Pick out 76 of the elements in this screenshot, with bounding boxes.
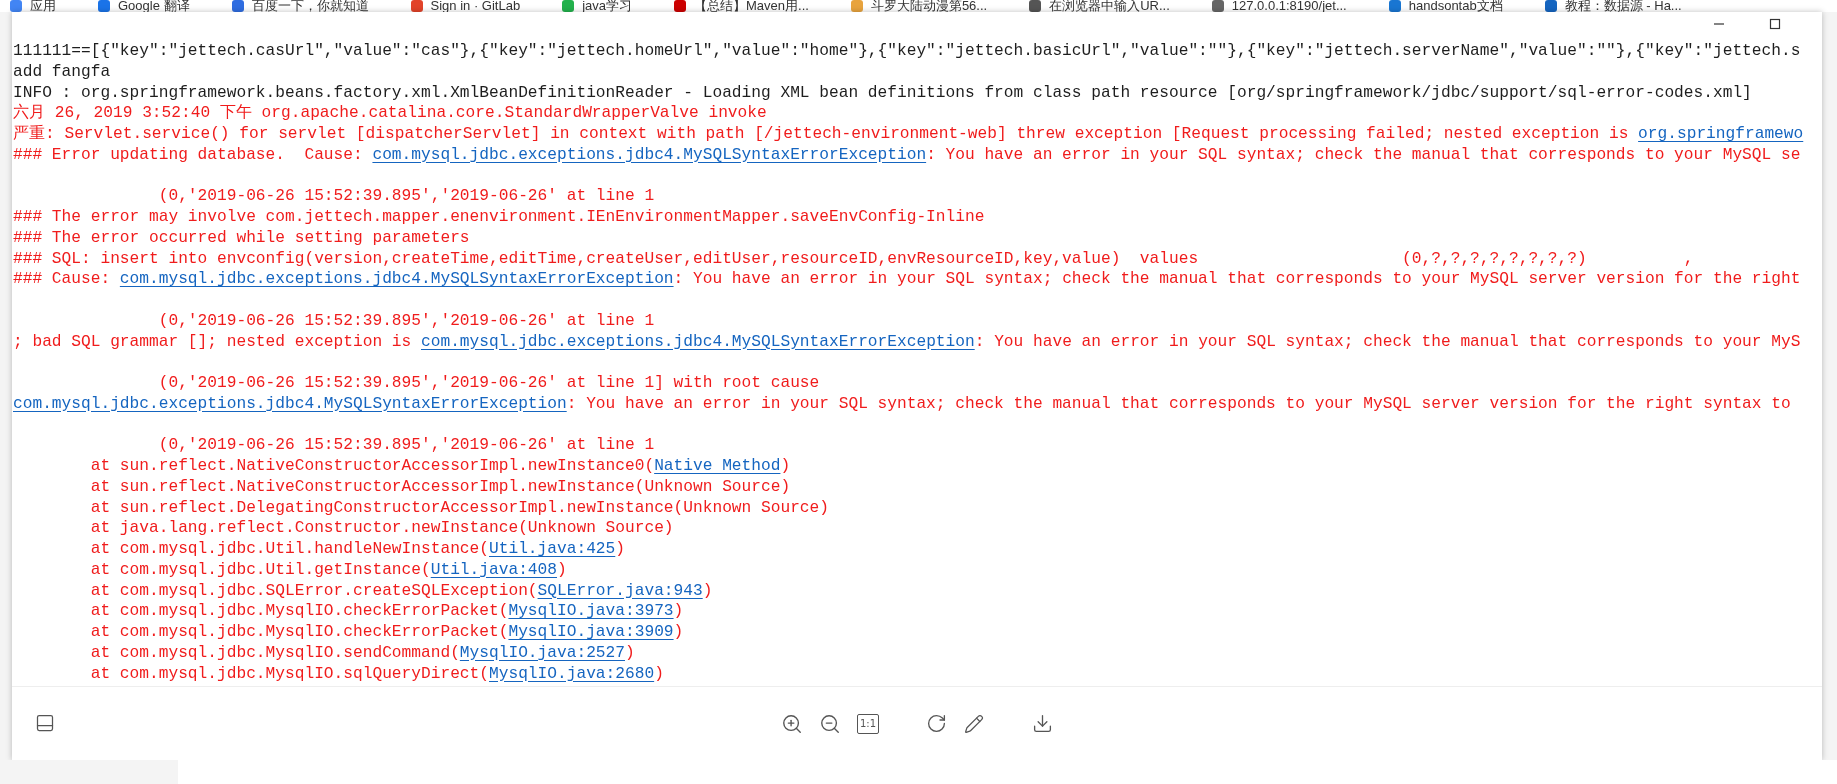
log-text: at com.mysql.jdbc.Util.getInstance(	[89, 560, 431, 579]
log-text: ### The error may involve com.jettech.mapper.enenvironment.IEnEnvironmentMapper.saveEnvConfig-Inline	[13, 208, 985, 226]
log-link[interactable]: MysqlIO.java:2527	[459, 643, 625, 662]
bookmark[interactable]: Google 翻译	[98, 0, 190, 12]
favicon-icon	[410, 0, 423, 12]
log-text: (0,'2019-06-26 15:52:39.895','2019-06-26' at line 1	[157, 311, 655, 330]
favicon-icon	[674, 0, 686, 12]
log-text: )	[673, 602, 684, 621]
favicon-icon	[231, 0, 244, 12]
log-text: )	[702, 581, 713, 600]
log-text: ### Error updating database. Cause:	[13, 145, 364, 164]
log-text: (0,'2019-06-26 15:52:39.895','2019-06-26' at line 1	[157, 436, 655, 455]
log-text: )	[654, 664, 664, 683]
pencil-icon	[964, 713, 984, 734]
log-text: at sun.reflect.DelegatingConstructorAccessorImpl.newInstance(Unknown Source)	[89, 498, 829, 517]
log-link[interactable]: Util.java:408	[430, 560, 557, 579]
log-text: at com.mysql.jdbc.MysqlIO.checkErrorPacket(	[89, 602, 509, 621]
bookmark[interactable]: Sign in · GitLab	[410, 0, 521, 12]
log-link[interactable]: com.mysql.jdbc.exceptions.jdbc4.MySQLSyntaxErrorException	[13, 394, 567, 413]
log-text: )	[673, 623, 684, 641]
log-link[interactable]: SQLError.java:943	[537, 581, 703, 600]
log-text: ; bad SQL grammar []; nested exception is	[13, 332, 413, 351]
bookmark-label: java学习	[582, 0, 632, 12]
log-link[interactable]: Util.java:425	[489, 540, 616, 558]
log-link[interactable]: MysqlIO.java:2680	[489, 664, 655, 683]
log-text: 六月 26, 2019 3:52:40 下午 org.apache.catalina.core.StandardWrapperValve invoke	[13, 104, 767, 123]
log-text: 111111==[{"key":"jettech.casUrl","value":"cas"},{"key":"jettech.homeUrl","value":"home"},{"key":"jettech.basicUrl","value":""},{"key":"jettech.serverName","value":""},{"key":"jettech.s	[13, 42, 1801, 60]
log-text: at com.mysql.jdbc.MysqlIO.checkErrorPacket(	[89, 623, 509, 641]
log-text: at com.mysql.jdbc.SQLError.createSQLException(	[89, 581, 538, 600]
favicon-icon	[10, 0, 22, 12]
log-text: at sun.reflect.NativeConstructorAccessorImpl.newInstance(Unknown Source)	[89, 477, 791, 496]
bookmark[interactable]: java学习	[562, 0, 632, 12]
log-link[interactable]: MysqlIO.java:3909	[508, 623, 674, 641]
favicon-icon	[98, 0, 110, 12]
log-link[interactable]: com.mysql.jdbc.exceptions.jdbc4.MySQLSyntaxErrorException	[372, 145, 927, 164]
log-link[interactable]: com.mysql.jdbc.exceptions.jdbc4.MySQLSyntaxErrorException	[421, 332, 975, 351]
download-icon	[1031, 713, 1053, 734]
thumbnails-icon	[35, 713, 55, 733]
log-text: (0,'2019-06-26 15:52:39.895','2019-06-26' at line 1	[157, 187, 655, 206]
log-text: add fangfa	[13, 62, 111, 81]
log-text: INFO : org.springframework.beans.factory.xml.XmlBeanDefinitionReader - Loading XML bean definitions from class path resource [org/springframework/jdbc/support/sql-error-codes.xml]	[13, 83, 1752, 102]
log-text: )	[615, 540, 625, 558]
log-text: at com.mysql.jdbc.Util.handleNewInstance(	[89, 540, 489, 558]
log-text: )	[625, 643, 635, 662]
log-link[interactable]: com.mysql.jdbc.exceptions.jdbc4.MySQLSyntaxErrorException	[119, 270, 674, 289]
zoom-out-icon	[819, 712, 841, 735]
log-text: ### SQL: insert into envconfig(version,createTime,editTime,createUser,editUser,resourceID,envResourceID,key,value) values (0,?,?,?,?,?,?,?,?) ,	[13, 249, 1694, 268]
log-text: at com.mysql.jdbc.MysqlIO.sendCommand(	[89, 643, 460, 662]
log-text: ### The error occurred while setting parameters	[13, 228, 470, 247]
favicon-icon	[1211, 0, 1224, 12]
log-text: : You have an error in your SQL syntax; check the manual that corresponds to your MyS	[974, 332, 1801, 351]
bookmark-label: Google 翻译	[118, 0, 190, 12]
rotate-icon	[925, 713, 947, 734]
log-link[interactable]: MysqlIO.java:3973	[508, 602, 674, 621]
log-text: )	[557, 560, 567, 579]
log-text: 严重: Servlet.service() for servlet [dispatcherServlet] in context with path [/jettech-environment-web] threw exception [Request processing failed; nested exception is	[13, 125, 1630, 143]
log-link[interactable]: Native Method	[654, 457, 781, 475]
actual-size-button[interactable]: 1:1	[857, 713, 879, 734]
favicon-icon	[1544, 0, 1557, 12]
log-text: (0,'2019-06-26 15:52:39.895','2019-06-26' at line 1] with root cause	[157, 374, 820, 392]
bookmark-label: Sign in · GitLab	[430, 0, 521, 12]
log-text: at java.lang.reflect.Constructor.newInstance(Unknown Source)	[89, 519, 674, 538]
log-text: : You have an error in your SQL syntax; check the manual that corresponds to your MySQL server version for the right syntax to	[566, 394, 1791, 413]
log-text: ### Cause:	[13, 270, 112, 289]
favicon-icon	[1388, 0, 1401, 12]
maximize-icon	[1769, 18, 1781, 30]
log-text: at com.mysql.jdbc.MysqlIO.sqlQueryDirect(	[89, 664, 489, 683]
favicon-icon	[850, 0, 863, 12]
log-link[interactable]: org.springframewo	[1638, 125, 1804, 143]
zoom-in-icon	[781, 712, 803, 735]
log-text: at sun.reflect.NativeConstructorAccessorImpl.newInstance0(	[89, 457, 655, 475]
log-text: : You have an error in your SQL syntax; check the manual that corresponds to your MySQL server version for the right	[673, 270, 1801, 289]
log-text: )	[780, 457, 791, 475]
favicon-icon	[562, 0, 575, 12]
log-text: : You have an error in your SQL syntax; check the manual that corresponds to your MySQL se	[926, 145, 1801, 164]
favicon-icon	[1029, 0, 1042, 12]
